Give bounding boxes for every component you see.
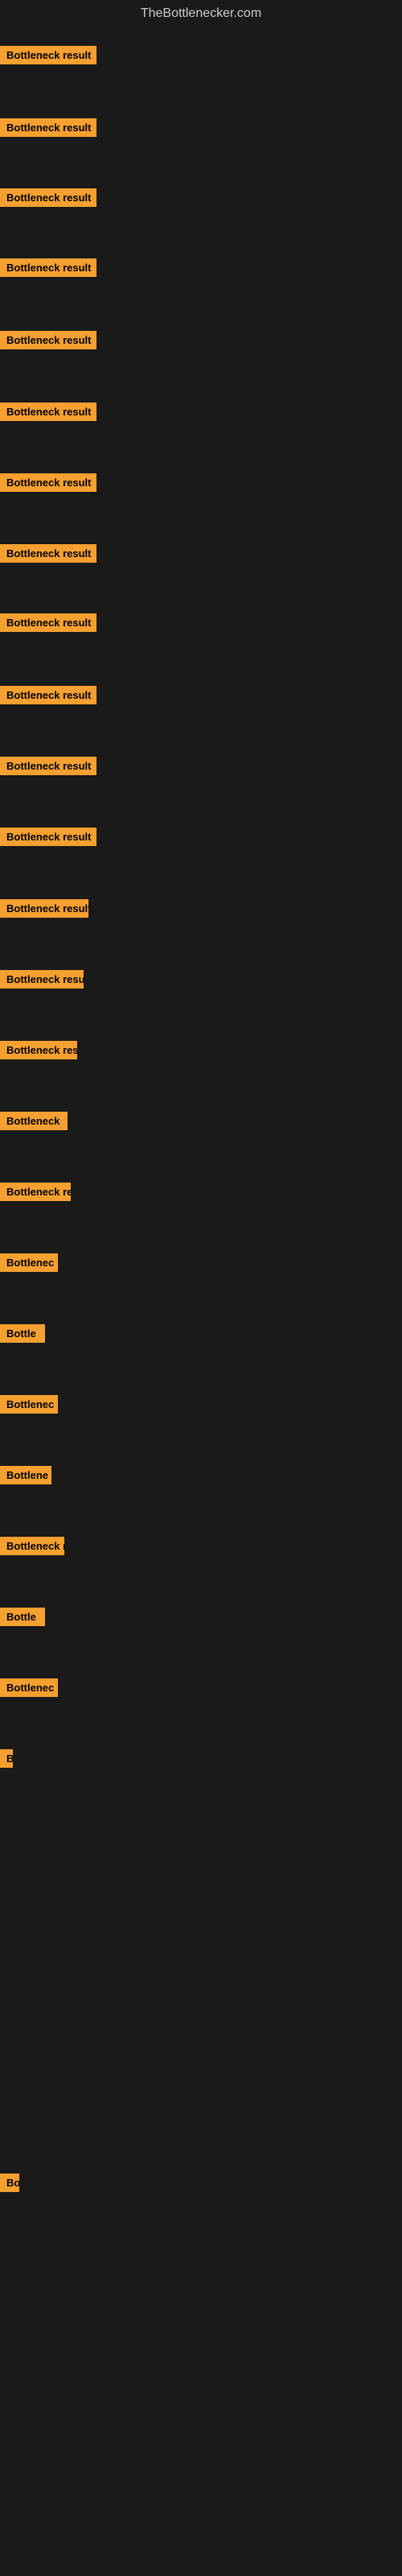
bottleneck-result-item[interactable]: Bottleneck res	[0, 1183, 71, 1201]
bottleneck-result-item[interactable]: Bottle	[0, 1324, 45, 1343]
bottleneck-result-item[interactable]: Bottleneck resu	[0, 1041, 77, 1059]
bottleneck-result-item[interactable]: Bottleneck result	[0, 899, 88, 918]
bottleneck-result-item[interactable]: Bottlene	[0, 1466, 51, 1484]
bottleneck-result-item[interactable]: Bottleneck	[0, 1112, 68, 1130]
bottleneck-result-item[interactable]: Bottlenec	[0, 1678, 58, 1697]
bottleneck-result-item[interactable]: Bottleneck result	[0, 544, 96, 563]
bottleneck-result-item[interactable]: Bottleneck result	[0, 118, 96, 137]
bottleneck-result-item[interactable]: Bottleneck result	[0, 613, 96, 632]
bottleneck-result-item[interactable]: Bottlenec	[0, 1395, 58, 1414]
bottleneck-result-item[interactable]: B	[0, 1749, 13, 1768]
bottleneck-result-item[interactable]: Bottleneck result	[0, 757, 96, 775]
bottleneck-result-item[interactable]: Bottlenec	[0, 1253, 58, 1272]
bottleneck-result-item[interactable]: Bottleneck result	[0, 970, 84, 989]
bottleneck-result-item[interactable]: Bottleneck r	[0, 1537, 64, 1555]
bottleneck-result-item[interactable]: Bottleneck result	[0, 402, 96, 421]
bottleneck-result-item[interactable]: Bottleneck result	[0, 258, 96, 277]
site-title: TheBottlenecker.com	[0, 0, 402, 24]
bottleneck-result-item[interactable]: Bo	[0, 2174, 19, 2192]
bottleneck-result-item[interactable]: Bottle	[0, 1608, 45, 1626]
bottleneck-result-item[interactable]: Bottleneck result	[0, 686, 96, 704]
bottleneck-result-item[interactable]: Bottleneck result	[0, 828, 96, 846]
bottleneck-result-item[interactable]: Bottleneck result	[0, 188, 96, 207]
bottleneck-result-item[interactable]: Bottleneck result	[0, 331, 96, 349]
bottleneck-result-item[interactable]: Bottleneck result	[0, 473, 96, 492]
bottleneck-result-item[interactable]: Bottleneck result	[0, 46, 96, 64]
